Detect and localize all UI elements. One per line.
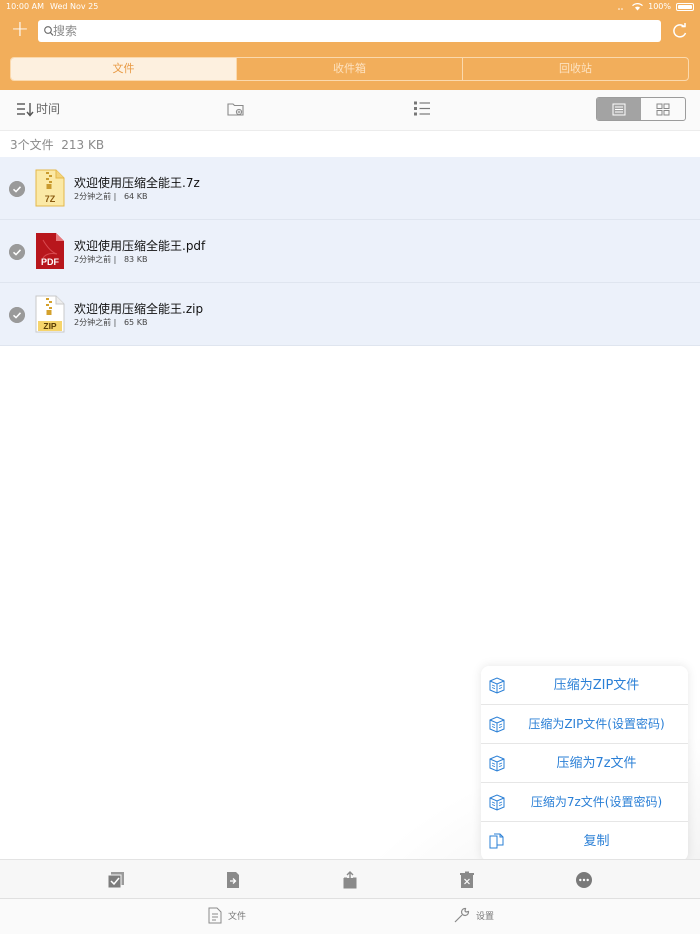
compress-7z-item[interactable]: 压缩为7z文件 (481, 744, 688, 783)
file-list: 7Z 欢迎使用压缩全能王.7z 2分钟之前 | 64 KB PDF 欢迎使用压缩… (0, 157, 700, 346)
search-input[interactable] (53, 20, 653, 42)
zip-archive-icon: ZIP (35, 295, 65, 333)
grid-view-button[interactable] (641, 98, 685, 120)
status-bar: 10:00 AM Wed Nov 25 100% (0, 0, 700, 14)
file-name: 欢迎使用压缩全能王.pdf (74, 239, 206, 253)
tabbar-item-files[interactable]: 文件 (208, 907, 246, 924)
delete-icon[interactable] (458, 871, 476, 889)
compress-box-icon (489, 677, 505, 694)
compress-box-icon (489, 716, 505, 733)
search-bar[interactable] (38, 20, 661, 42)
file-row[interactable]: PDF 欢迎使用压缩全能王.pdf 2分钟之前 | 83 KB (0, 220, 700, 283)
menu-label: 压缩为ZIP文件 (553, 678, 640, 693)
checkmark-icon[interactable] (9, 244, 25, 260)
copy-icon (489, 833, 504, 849)
file-row[interactable]: ZIP 欢迎使用压缩全能王.zip 2分钟之前 | 65 KB (0, 283, 700, 346)
file-size: 83 KB (123, 255, 148, 264)
battery-icon (676, 2, 694, 11)
view-mode-control (596, 97, 686, 121)
signal-icon (618, 8, 623, 10)
file-meta: 2分钟之前 | 83 KB (74, 255, 148, 264)
checkmark-icon[interactable] (9, 307, 25, 323)
checkmark-icon[interactable] (9, 181, 25, 197)
move-file-icon[interactable] (224, 871, 242, 889)
copy-item[interactable]: 复制 (481, 822, 688, 861)
add-button[interactable]: + (9, 19, 31, 42)
file-meta: 2分钟之前 | 64 KB (74, 192, 148, 201)
tabbar-item-settings[interactable]: 设置 (453, 907, 494, 924)
file-time: 2分钟之前 (74, 318, 112, 327)
menu-label: 压缩为7z文件 (556, 756, 637, 771)
more-icon[interactable] (575, 871, 593, 889)
grid-view-icon (656, 103, 670, 115)
file-size: 65 KB (123, 318, 148, 327)
file-name: 欢迎使用压缩全能王.7z (74, 176, 200, 190)
tab-label: 设置 (476, 912, 495, 922)
status-right: 100% (618, 2, 694, 11)
menu-label: 压缩为ZIP文件(设置密码) (528, 717, 665, 731)
wifi-icon (632, 2, 644, 10)
file-toolbar: 时间 (0, 90, 700, 131)
7z-archive-icon: 7Z (35, 169, 65, 207)
file-size: 64 KB (123, 192, 148, 201)
compress-zip-item[interactable]: 压缩为ZIP文件 (481, 666, 688, 705)
file-name: 欢迎使用压缩全能王.zip (74, 302, 204, 316)
file-row[interactable]: 7Z 欢迎使用压缩全能王.7z 2分钟之前 | 64 KB (0, 157, 700, 220)
wrench-icon (454, 907, 470, 923)
sort-icon (17, 102, 34, 117)
tab-inbox[interactable]: 收件箱 (236, 58, 462, 80)
file-badge: PDF (41, 257, 60, 267)
file-time: 2分钟之前 (74, 192, 112, 201)
total-size: 213 KB (61, 138, 105, 152)
file-summary: 3个文件 213 KB (10, 136, 104, 153)
folder-segmented-control: 文件 收件箱 回收站 (10, 57, 689, 81)
status-time: 10:00 AM (6, 2, 44, 11)
tab-trash[interactable]: 回收站 (462, 58, 688, 80)
top-bar: 10:00 AM Wed Nov 25 100% + 文件 收件箱 回收站 (0, 0, 700, 90)
compress-7z-password-item[interactable]: 压缩为7z文件(设置密码) (481, 783, 688, 822)
compress-box-icon (489, 794, 505, 811)
status-date: Wed Nov 25 (50, 2, 99, 11)
compress-zip-password-item[interactable]: 压缩为ZIP文件(设置密码) (481, 705, 688, 744)
list-select-icon[interactable] (413, 100, 431, 117)
list-view-button[interactable] (597, 98, 641, 120)
document-icon (208, 907, 222, 924)
file-count: 3个文件 (10, 138, 54, 152)
share-icon[interactable] (341, 871, 359, 889)
pdf-file-icon: PDF (36, 233, 64, 269)
file-meta: 2分钟之前 | 65 KB (74, 318, 148, 327)
menu-label: 复制 (583, 834, 610, 849)
tab-bar: 文件 设置 (0, 899, 700, 934)
file-badge: 7Z (45, 194, 56, 204)
sort-label: 时间 (36, 102, 61, 116)
refresh-icon[interactable] (670, 21, 690, 41)
battery-percent: 100% (648, 2, 671, 11)
file-badge: ZIP (43, 321, 57, 331)
file-time: 2分钟之前 (74, 255, 112, 264)
more-actions-popup: 压缩为ZIP文件 压缩为ZIP文件(设置密码) 压缩为7z文件 压缩为7z文件(… (481, 666, 688, 861)
list-view-icon (612, 103, 626, 115)
new-folder-icon[interactable] (227, 101, 245, 117)
menu-label: 压缩为7z文件(设置密码) (530, 795, 663, 809)
action-bar (0, 859, 700, 899)
compress-box-icon (489, 755, 505, 772)
tab-files[interactable]: 文件 (11, 58, 236, 80)
select-all-icon[interactable] (107, 871, 125, 889)
tab-label: 文件 (228, 912, 247, 922)
sort-button[interactable]: 时间 (16, 100, 60, 117)
